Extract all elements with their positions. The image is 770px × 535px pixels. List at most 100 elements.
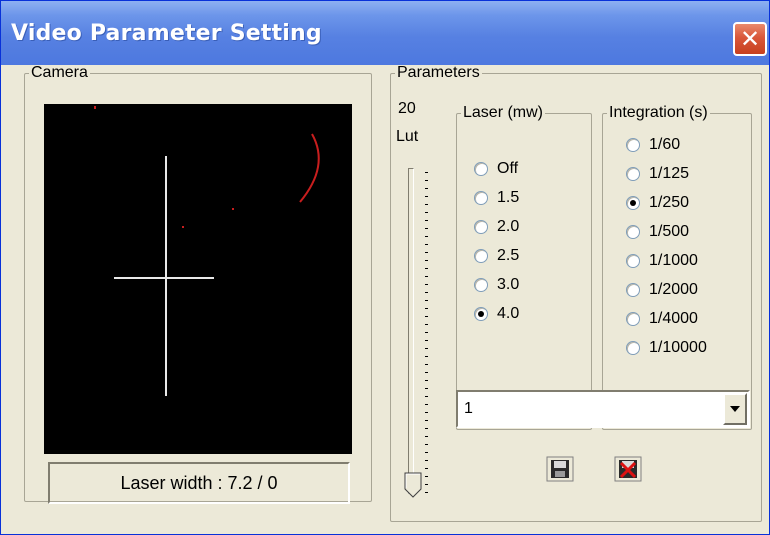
radio-button[interactable] bbox=[626, 138, 640, 152]
integration-option[interactable]: 1/250 bbox=[626, 194, 689, 212]
integration-label: Integration (s) bbox=[609, 104, 708, 121]
slider-tick bbox=[425, 188, 428, 189]
slider-tick bbox=[425, 204, 428, 205]
slider-tick bbox=[425, 492, 428, 493]
slider-tick bbox=[425, 308, 428, 309]
slider-tick bbox=[425, 468, 428, 469]
laser-power-option[interactable]: 2.0 bbox=[474, 218, 519, 236]
integration-option-label: 1/4000 bbox=[649, 310, 698, 327]
integration-option-label: 1/10000 bbox=[649, 339, 707, 356]
slider-tick bbox=[425, 460, 428, 461]
laser-power-option[interactable]: 2.5 bbox=[474, 247, 519, 265]
laser-width-readout: Laser width : 7.2 / 0 bbox=[48, 462, 350, 504]
slider-tick bbox=[425, 268, 428, 269]
radio-button[interactable] bbox=[626, 225, 640, 239]
preset-select[interactable]: 1 bbox=[456, 390, 750, 428]
close-icon: ✕ bbox=[739, 25, 761, 53]
laser-power-option-label: 4.0 bbox=[497, 305, 520, 322]
laser-speck bbox=[232, 208, 234, 210]
slider-tick bbox=[425, 356, 428, 357]
slider-tick bbox=[425, 276, 428, 277]
slider-tick bbox=[425, 428, 428, 429]
title-bar[interactable]: Video Parameter Setting ✕ bbox=[1, 1, 769, 65]
integration-option[interactable]: 1/60 bbox=[626, 136, 680, 154]
chevron-down-icon[interactable] bbox=[723, 393, 747, 425]
slider-tick bbox=[425, 316, 428, 317]
slider-tick bbox=[425, 332, 428, 333]
close-button[interactable]: ✕ bbox=[733, 22, 767, 56]
slider-tick bbox=[425, 212, 428, 213]
slider-tick bbox=[425, 476, 428, 477]
slider-tick bbox=[425, 324, 428, 325]
radio-button[interactable] bbox=[474, 220, 488, 234]
integration-option[interactable]: 1/10000 bbox=[626, 339, 707, 357]
laser-power-option[interactable]: 1.5 bbox=[474, 189, 519, 207]
radio-button[interactable] bbox=[474, 278, 488, 292]
slider-tick bbox=[425, 404, 428, 405]
slider-tick bbox=[425, 388, 428, 389]
laser-power-label: Laser (mw) bbox=[463, 104, 544, 121]
integration-option-label: 1/1000 bbox=[649, 252, 698, 269]
laser-power-option[interactable]: 4.0 bbox=[474, 305, 519, 323]
camera-preview bbox=[44, 104, 352, 454]
radio-button[interactable] bbox=[626, 312, 640, 326]
slider-tick bbox=[425, 252, 428, 253]
lut-label: Lut bbox=[396, 128, 419, 145]
laser-power-option-label: 1.5 bbox=[497, 189, 520, 206]
slider-tick bbox=[425, 196, 428, 197]
slider-tick bbox=[425, 436, 428, 437]
slider-tick bbox=[425, 444, 428, 445]
slider-tick bbox=[425, 292, 428, 293]
slider-tick bbox=[425, 412, 428, 413]
camera-overlay bbox=[94, 106, 320, 396]
slider-tick bbox=[425, 364, 428, 365]
window-title: Video Parameter Setting bbox=[11, 21, 322, 46]
lut-slider-track[interactable] bbox=[408, 168, 414, 494]
slider-tick bbox=[425, 284, 428, 285]
slider-tick bbox=[425, 396, 428, 397]
integration-option[interactable]: 1/500 bbox=[626, 223, 689, 241]
slider-tick bbox=[425, 260, 428, 261]
integration-option[interactable]: 1/125 bbox=[626, 165, 689, 183]
laser-power-option-label: 3.0 bbox=[497, 276, 520, 293]
slider-tick bbox=[425, 244, 428, 245]
radio-button[interactable] bbox=[626, 254, 640, 268]
slider-tick bbox=[425, 228, 428, 229]
laser-power-option[interactable]: 3.0 bbox=[474, 276, 519, 294]
radio-button[interactable] bbox=[474, 249, 488, 263]
radio-button[interactable] bbox=[474, 307, 488, 321]
laser-power-option-label: 2.0 bbox=[497, 218, 520, 235]
lut-value: 20 bbox=[398, 100, 416, 117]
laser-speck bbox=[94, 106, 96, 109]
radio-button[interactable] bbox=[626, 196, 640, 210]
radio-button[interactable] bbox=[626, 341, 640, 355]
delete-icon[interactable] bbox=[614, 456, 642, 482]
slider-tick bbox=[425, 348, 428, 349]
slider-tick bbox=[425, 340, 428, 341]
radio-button[interactable] bbox=[474, 162, 488, 176]
integration-option[interactable]: 1/2000 bbox=[626, 281, 698, 299]
slider-tick bbox=[425, 420, 428, 421]
integration-option[interactable]: 1/4000 bbox=[626, 310, 698, 328]
integration-option-label: 1/60 bbox=[649, 136, 681, 153]
laser-power-option-label: Off bbox=[497, 160, 519, 177]
laser-power-option-label: 2.5 bbox=[497, 247, 520, 264]
slider-tick bbox=[425, 180, 428, 181]
integration-option-label: 1/500 bbox=[649, 223, 690, 240]
radio-button[interactable] bbox=[626, 283, 640, 297]
preset-select-value: 1 bbox=[464, 400, 473, 417]
laser-power-option[interactable]: Off bbox=[474, 160, 518, 178]
save-icon[interactable] bbox=[546, 456, 574, 482]
slider-tick bbox=[425, 220, 428, 221]
integration-option-label: 1/2000 bbox=[649, 281, 698, 298]
integration-option-label: 1/250 bbox=[649, 194, 690, 211]
slider-tick bbox=[425, 380, 428, 381]
integration-option[interactable]: 1/1000 bbox=[626, 252, 698, 270]
slider-tick bbox=[425, 172, 428, 173]
integration-option-label: 1/125 bbox=[649, 165, 690, 182]
slider-tick bbox=[425, 236, 428, 237]
radio-button[interactable] bbox=[474, 191, 488, 205]
radio-button[interactable] bbox=[626, 167, 640, 181]
lut-slider-thumb[interactable] bbox=[404, 472, 422, 498]
parameters-group-label: Parameters bbox=[397, 64, 480, 81]
